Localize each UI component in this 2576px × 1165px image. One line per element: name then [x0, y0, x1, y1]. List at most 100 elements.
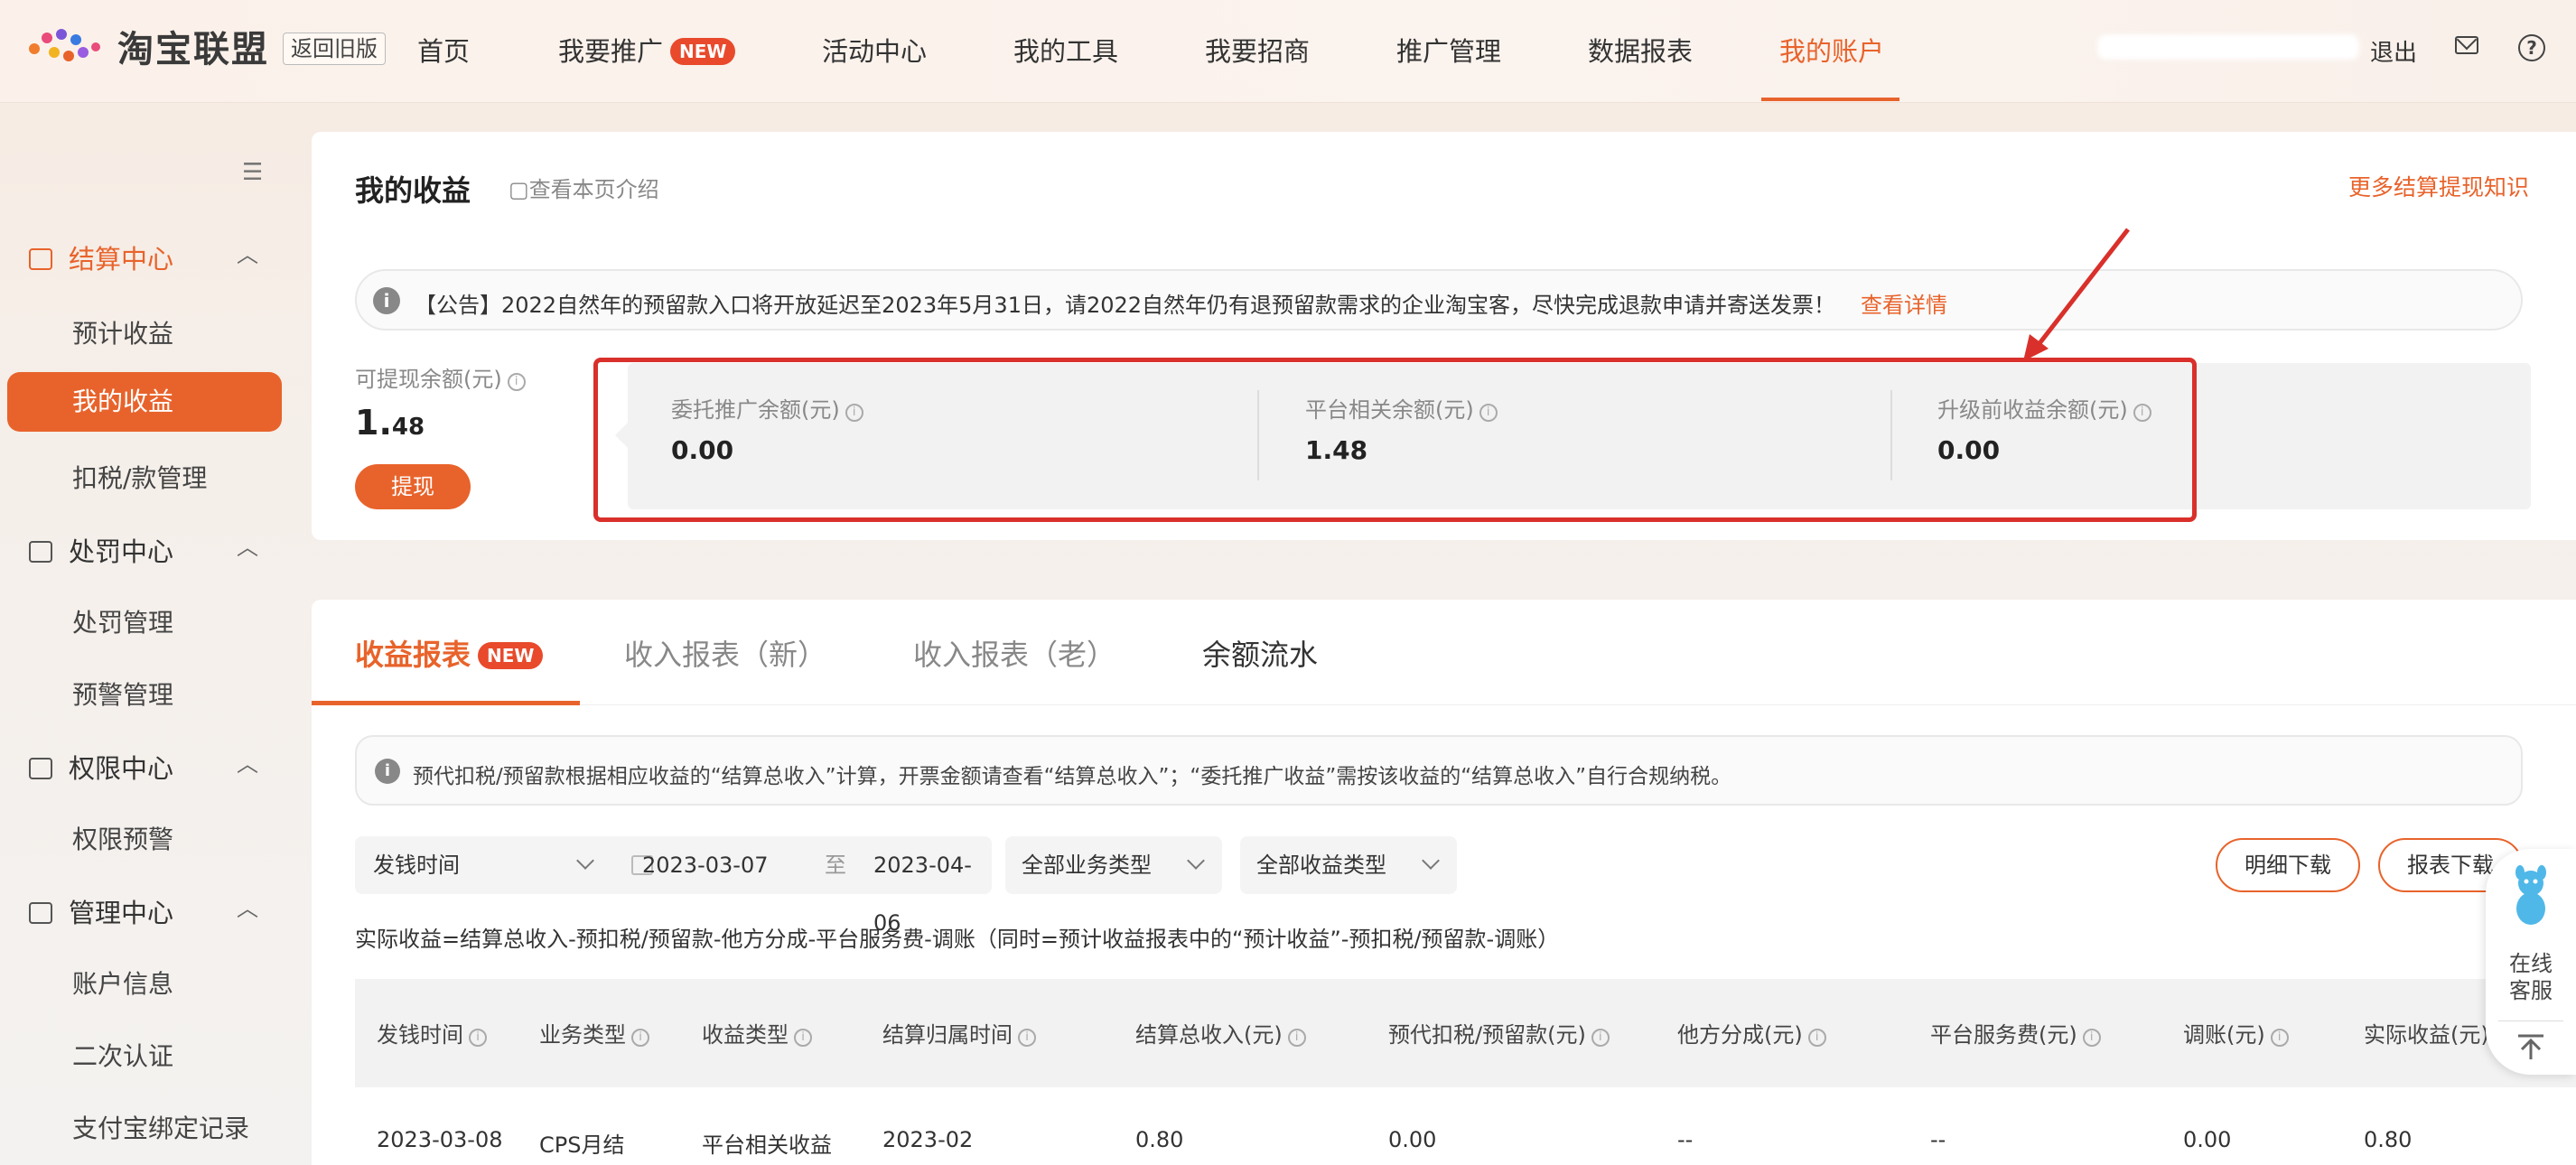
sidebar-item-penalty-management[interactable]: 处罚管理: [72, 603, 173, 639]
new-badge: NEW: [478, 642, 544, 669]
nav-active-underline: [1761, 98, 1899, 101]
logout-link[interactable]: 退出: [2370, 34, 2417, 68]
withdrawable-label: 可提现余额(元) i: [355, 361, 526, 393]
info-icon[interactable]: i: [1807, 1029, 1826, 1047]
info-icon[interactable]: i: [1287, 1029, 1306, 1047]
tabs-divider: [312, 704, 2576, 705]
menu-collapse-icon[interactable]: ☰: [242, 159, 263, 186]
group-label: 权限中心: [69, 753, 174, 784]
service-mascot-icon[interactable]: [2506, 865, 2556, 928]
amount-dec: 48: [391, 414, 425, 441]
column-label: 结算归属时间: [882, 1022, 1013, 1048]
return-old-version-button[interactable]: 返回旧版: [283, 33, 386, 65]
permission-icon: [29, 758, 52, 779]
announcement-detail-link[interactable]: 查看详情: [1861, 287, 1947, 319]
column-label: 平台服务费(元): [1930, 1022, 2077, 1048]
withdraw-button[interactable]: 提现: [355, 464, 471, 509]
more-settlement-knowledge-link[interactable]: 更多结算提现知识: [2348, 170, 2529, 202]
tab-income-report-old[interactable]: 收入报表（老）: [913, 632, 1115, 674]
nav-label: 首页: [417, 36, 471, 67]
nav-home[interactable]: 首页: [417, 31, 470, 69]
top-navbar: 淘宝联盟 返回旧版 首页 我要推广 NEW 活动中心 我的工具 我要招商 推广管理…: [0, 0, 2576, 103]
group-label: 结算中心: [69, 244, 174, 275]
sidebar-group-permission[interactable]: 权限中心: [29, 748, 173, 786]
sidebar-group-management[interactable]: 管理中心: [29, 892, 173, 930]
info-icon[interactable]: i: [2082, 1029, 2101, 1047]
sidebar-item-alipay-binding[interactable]: 支付宝绑定记录: [72, 1109, 249, 1145]
online-service-widget[interactable]: 在线客服: [2486, 849, 2576, 1075]
info-icon[interactable]: i: [794, 1029, 812, 1047]
date-from-input[interactable]: 2023-03-07: [642, 836, 768, 894]
sidebar-group-settlement[interactable]: 结算中心: [29, 238, 173, 276]
chevron-up-icon[interactable]: ︿: [237, 890, 258, 922]
page-intro-link[interactable]: ▢查看本页介绍: [509, 172, 659, 203]
column-label: 实际收益(元): [2364, 1022, 2489, 1048]
sidebar-item-tax-management[interactable]: 扣税/款管理: [72, 459, 207, 495]
announcement-text: 【公告】2022自然年的预留款入口将开放延迟至2023年5月31日，请2022自…: [415, 293, 1836, 318]
info-icon[interactable]: i: [1591, 1029, 1610, 1047]
nav-promo-manage[interactable]: 推广管理: [1396, 31, 1501, 69]
chevron-down-icon: [1422, 852, 1440, 870]
info-icon[interactable]: i: [507, 373, 526, 391]
sidebar-item-warning-management[interactable]: 预警管理: [72, 676, 173, 712]
help-icon[interactable]: ?: [2518, 34, 2545, 61]
table-header: 发钱时间 i 业务类型 i 收益类型 i 结算归属时间 i 结算总收入(元) i 预代扣税…: [355, 979, 2576, 1087]
column-header: 发钱时间 i: [377, 1017, 487, 1048]
withdrawable-label-text: 可提现余额(元): [355, 367, 502, 392]
info-icon[interactable]: i: [631, 1029, 649, 1047]
column-label: 业务类型: [539, 1022, 626, 1048]
sidebar-item-permission-warning[interactable]: 权限预警: [72, 820, 173, 856]
table-cell: 0.80: [1135, 1127, 1184, 1152]
nav-my-tools[interactable]: 我的工具: [1013, 31, 1118, 69]
sidebar-item-estimated-earnings[interactable]: 预计收益: [72, 314, 173, 350]
mail-icon[interactable]: [2455, 36, 2478, 54]
chevron-up-icon[interactable]: ︿: [237, 529, 258, 561]
sidebar-item-second-auth[interactable]: 二次认证: [72, 1037, 173, 1073]
tab-earnings-report[interactable]: 收益报表 NEW: [355, 632, 544, 674]
income-type-select[interactable]: 全部收益类型: [1240, 836, 1457, 894]
column-label: 发钱时间: [377, 1022, 463, 1048]
column-header: 结算总收入(元) i: [1135, 1017, 1306, 1048]
time-type-select[interactable]: 发钱时间: [373, 836, 460, 894]
column-label: 预代扣税/预留款(元): [1388, 1022, 1586, 1048]
settlement-icon: [29, 248, 52, 270]
chevron-up-icon[interactable]: ︿: [237, 746, 258, 778]
intro-link-label: 查看本页介绍: [528, 177, 659, 202]
nav-activity-center[interactable]: 活动中心: [822, 31, 927, 69]
amount-int: 1.: [355, 403, 392, 443]
chevron-up-icon[interactable]: ︿: [237, 237, 258, 268]
chevron-down-icon[interactable]: [576, 852, 594, 870]
info-icon[interactable]: i: [469, 1029, 487, 1047]
tab-income-report-new[interactable]: 收入报表（新）: [624, 632, 826, 674]
table-cell: --: [1930, 1127, 1946, 1152]
date-separator: 至: [825, 853, 846, 878]
nav-recruit[interactable]: 我要招商: [1205, 31, 1310, 69]
logo-text[interactable]: 淘宝联盟: [117, 20, 269, 72]
business-type-select[interactable]: 全部业务类型: [1005, 836, 1222, 894]
table-cell: 平台相关收益: [702, 1132, 832, 1158]
column-header: 调账(元) i: [2183, 1017, 2289, 1048]
column-label: 结算总收入(元): [1135, 1022, 1283, 1048]
back-to-top-icon[interactable]: [2515, 1033, 2547, 1060]
info-icon[interactable]: i: [1018, 1029, 1036, 1047]
doc-icon: ▢: [509, 177, 529, 202]
column-label: 他方分成(元): [1677, 1022, 1803, 1048]
sidebar-group-penalty[interactable]: 处罚中心: [29, 531, 173, 569]
highlight-box: [593, 358, 2197, 522]
tab-balance-flow[interactable]: 余额流水: [1202, 632, 1318, 674]
column-header: 他方分成(元) i: [1677, 1017, 1826, 1048]
column-header: 业务类型 i: [539, 1017, 649, 1048]
nav-my-account[interactable]: 我的账户: [1779, 31, 1884, 69]
sidebar-item-account-info[interactable]: 账户信息: [72, 965, 173, 1001]
tax-tip-text: 预代扣税/预留款根据相应收益的“结算总收入”计算，开票金额请查看“结算总收入”；…: [413, 765, 1732, 788]
online-service-label[interactable]: 在线客服: [2504, 950, 2558, 1004]
nav-promote[interactable]: 我要推广 NEW: [558, 31, 736, 69]
alimama-logo-icon[interactable]: [27, 23, 105, 69]
select-label: 全部业务类型: [1022, 853, 1152, 878]
sidebar-item-my-earnings[interactable]: 我的收益: [7, 372, 282, 432]
detail-download-button[interactable]: 明细下载: [2216, 838, 2360, 892]
info-icon[interactable]: i: [2270, 1029, 2289, 1047]
nav-data-reports[interactable]: 数据报表: [1588, 31, 1693, 69]
nav-label: 活动中心: [822, 36, 928, 67]
info-icon: i: [375, 759, 400, 784]
